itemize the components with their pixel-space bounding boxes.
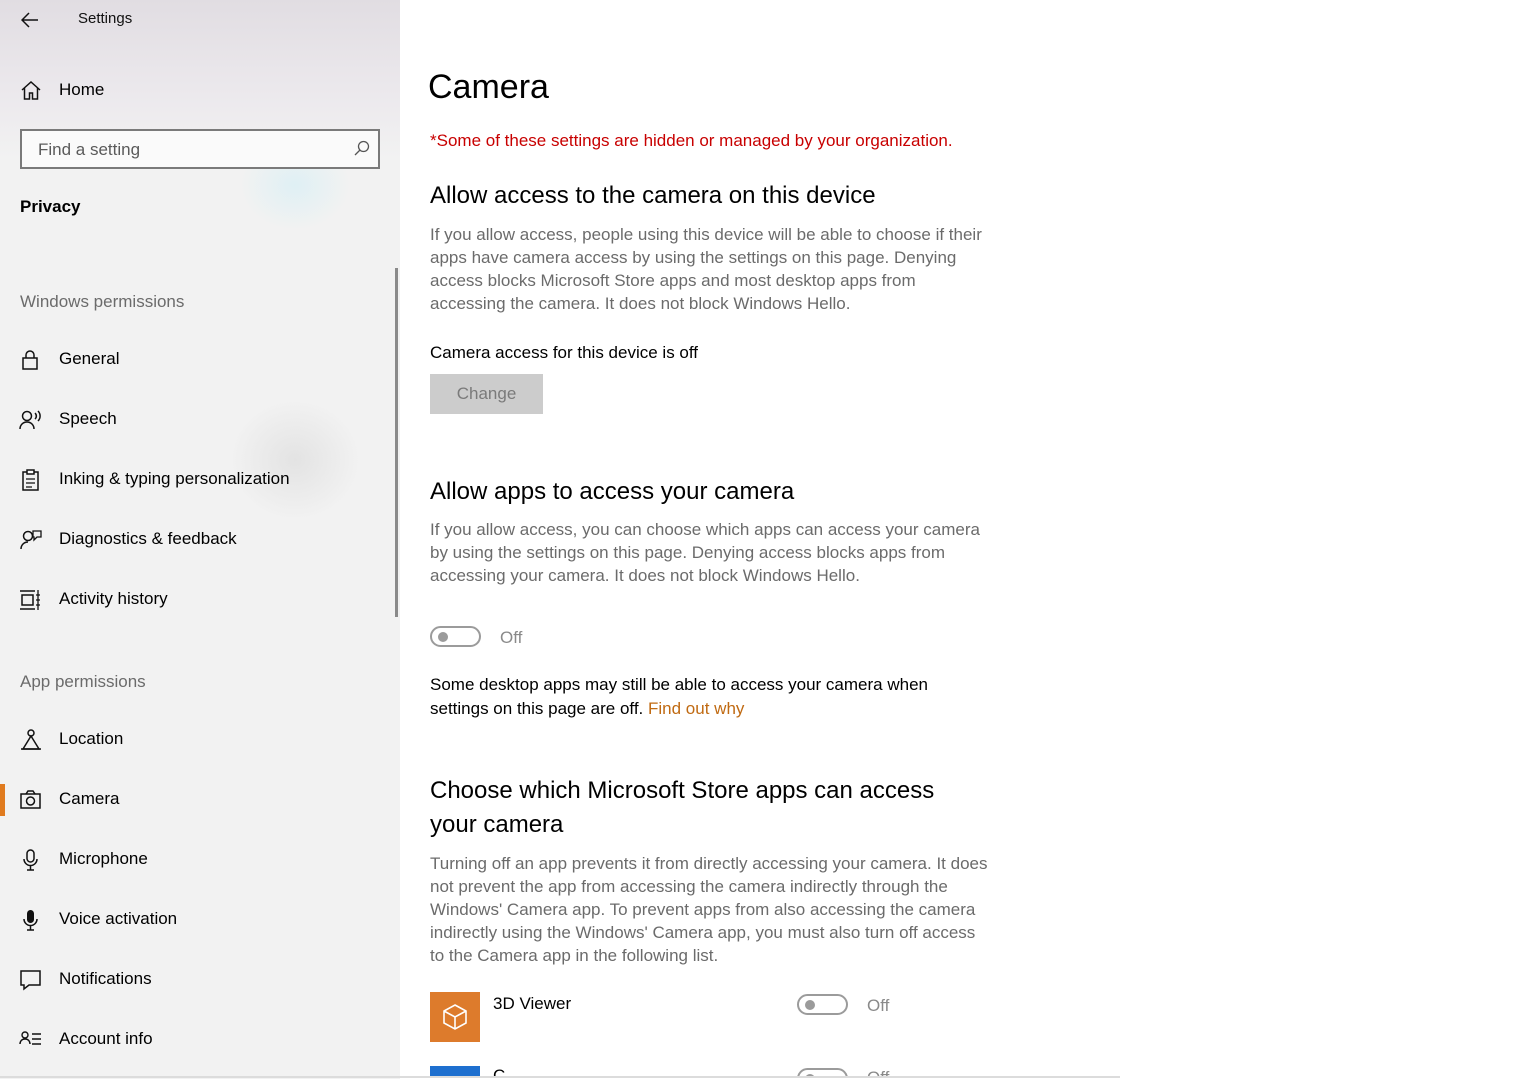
search-input[interactable] — [36, 138, 340, 162]
sidebar-item-activity-history[interactable]: Activity history — [0, 576, 395, 624]
search-box — [20, 129, 380, 169]
account-info-icon — [19, 1031, 41, 1045]
app-row-partial: C Off — [430, 1066, 950, 1076]
sidebar-item-diagnostics[interactable]: Diagnostics & feedback — [0, 516, 395, 564]
sidebar-item-microphone[interactable]: Microphone — [0, 836, 395, 884]
sidebar-item-label: Diagnostics & feedback — [59, 529, 237, 548]
app-icon — [430, 1066, 480, 1076]
sidebar-item-label: Voice activation — [59, 909, 178, 928]
app-title: Settings — [78, 10, 133, 27]
home-icon — [21, 80, 41, 100]
clipboard-icon — [22, 469, 39, 491]
app-access-toggle-state: Off — [500, 628, 523, 647]
change-button[interactable]: Change — [430, 374, 543, 414]
category-title: Privacy — [20, 197, 81, 216]
speech-icon — [19, 410, 41, 430]
sidebar-item-account-info[interactable]: Account info — [0, 1016, 395, 1064]
app-toggle-partial[interactable] — [797, 1068, 848, 1076]
sidebar-item-location[interactable]: Location — [0, 716, 395, 764]
app-access-toggle[interactable] — [430, 626, 481, 647]
app-tile — [430, 992, 480, 1042]
toggle-knob — [438, 632, 448, 642]
feedback-icon — [20, 530, 42, 550]
sidebar: Settings Home Privacy Windows permission… — [0, 0, 400, 1079]
notifications-icon — [20, 970, 41, 991]
store-apps-heading: Choose which Microsoft Store apps can ac… — [430, 777, 935, 838]
window-bottom-edge — [0, 1076, 1120, 1078]
sidebar-scrollbar[interactable] — [395, 268, 398, 617]
location-icon — [21, 729, 41, 750]
search-icon[interactable] — [354, 140, 370, 156]
app-row-3d-viewer: 3D Viewer Off — [430, 992, 950, 1044]
back-button[interactable] — [14, 4, 46, 36]
voice-activation-icon — [23, 910, 38, 931]
lock-icon — [22, 350, 38, 370]
app-access-heading: Allow apps to access your camera — [430, 478, 795, 505]
store-apps-description: Turning off an app prevents it from dire… — [430, 854, 988, 965]
camera-icon — [20, 790, 41, 809]
microphone-icon — [23, 849, 38, 871]
desktop-apps-note: Some desktop apps may still be able to a… — [430, 673, 990, 721]
sidebar-item-general[interactable]: General — [0, 336, 395, 384]
sidebar-item-label: Home — [59, 80, 105, 99]
sidebar-item-inking-typing[interactable]: Inking & typing personalization — [0, 456, 395, 504]
toggle-knob — [805, 1000, 815, 1010]
sidebar-item-label: General — [59, 349, 120, 368]
timeline-icon — [20, 590, 40, 610]
page-title: Camera — [428, 68, 549, 106]
managed-by-organization-note: *Some of these settings are hidden or ma… — [430, 131, 953, 150]
app-toggle-3d-viewer[interactable] — [797, 994, 848, 1015]
device-access-status: Camera access for this device is off — [430, 343, 699, 362]
section-heading-windows-permissions: Windows permissions — [20, 292, 185, 311]
app-name: C — [493, 1066, 506, 1076]
app-access-description: If you allow access, you can choose whic… — [430, 520, 980, 585]
section-heading-app-permissions: App permissions — [20, 672, 146, 691]
back-arrow-icon — [21, 12, 38, 28]
sidebar-item-label: Camera — [59, 789, 120, 808]
app-toggle-state: Off — [867, 1068, 889, 1076]
sidebar-item-home[interactable]: Home — [0, 70, 400, 112]
sidebar-item-camera[interactable]: Camera — [0, 776, 395, 824]
sidebar-item-label: Account info — [59, 1029, 153, 1048]
sidebar-item-voice-activation[interactable]: Voice activation — [0, 896, 395, 944]
device-access-heading: Allow access to the camera on this devic… — [430, 182, 876, 209]
sidebar-item-label: Microphone — [59, 849, 148, 868]
main-content: Camera *Some of these settings are hidde… — [400, 0, 1536, 1079]
sidebar-item-speech[interactable]: Speech — [0, 396, 395, 444]
app-toggle-state: Off — [867, 996, 890, 1015]
cube-icon — [443, 1004, 467, 1030]
device-access-description: If you allow access, people using this d… — [430, 225, 982, 313]
sidebar-item-notifications[interactable]: Notifications — [0, 956, 395, 1004]
find-out-why-link[interactable]: Find out why — [648, 699, 744, 718]
sidebar-item-label: Inking & typing personalization — [59, 469, 290, 488]
sidebar-item-label: Speech — [59, 409, 117, 428]
app-name: 3D Viewer — [493, 994, 572, 1013]
sidebar-item-label: Location — [59, 729, 124, 748]
sidebar-item-label: Notifications — [59, 969, 152, 988]
sidebar-item-label: Activity history — [59, 589, 168, 608]
